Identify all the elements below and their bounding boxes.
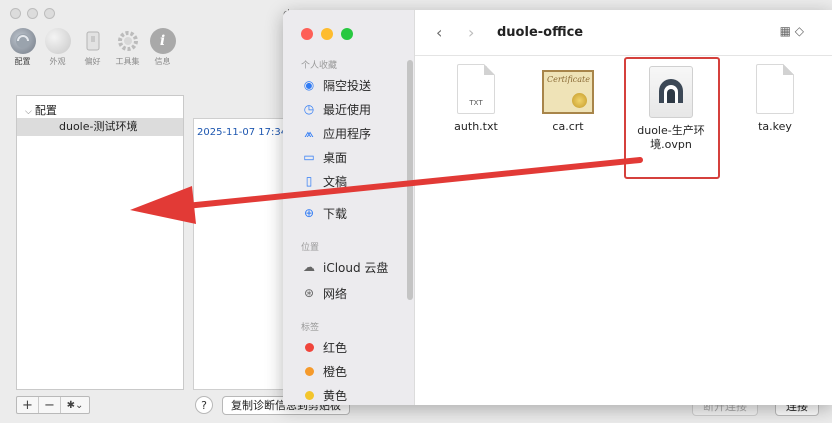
toolbar-info[interactable]: i 信息: [148, 28, 177, 67]
highlight-box: [624, 57, 720, 179]
sidebar-item-recents[interactable]: ◷ 最近使用: [301, 98, 371, 120]
seal-icon: [572, 93, 587, 108]
log-line: 2025-11-07 17:34:: [197, 127, 291, 138]
tree-group-header[interactable]: ⌵ 配置: [25, 102, 57, 118]
window-controls-inactive: [10, 8, 55, 19]
sidebar-item-tag-red[interactable]: 红色: [301, 336, 347, 358]
sidebar-item-icloud[interactable]: ☁ iCloud 云盘: [301, 256, 388, 278]
locations-section-label: 位置: [301, 243, 320, 253]
tag-dot-icon: [301, 387, 317, 403]
list-item[interactable]: duole-测试环境: [17, 118, 183, 136]
window-controls: [301, 28, 353, 40]
certificate-icon: Certificate: [542, 70, 594, 114]
gear-icon: [115, 28, 141, 54]
sidebar-item-applications[interactable]: ⩕ 应用程序: [301, 122, 371, 144]
desktop: d 配置 外观 偏好 工具集: [0, 0, 832, 423]
applications-icon: ⩕: [304, 125, 314, 140]
preferences-icon: [80, 28, 106, 54]
sidebar-item-desktop[interactable]: ▭ 桌面: [301, 146, 347, 168]
sidebar-scrollbar[interactable]: [407, 60, 413, 300]
sidebar-item-documents[interactable]: ▯ 文稿: [301, 170, 347, 192]
toolbar-configurations[interactable]: 配置: [8, 28, 37, 67]
close-button[interactable]: [10, 8, 21, 19]
toolbar: 配置 外观 偏好 工具集 i 信息: [8, 28, 177, 67]
remove-config-button[interactable]: −: [39, 397, 61, 413]
tags-section-label: 标签: [301, 323, 320, 333]
cloud-icon: ☁: [303, 260, 315, 274]
toolbar-appearance[interactable]: 外观: [43, 28, 72, 67]
info-icon: i: [149, 28, 176, 54]
favorites-section-label: 个人收藏: [301, 61, 338, 71]
file-ta-key[interactable]: ta.key: [737, 64, 813, 134]
sidebar-item-network[interactable]: ⊛ 网络: [301, 282, 347, 304]
minimize-button[interactable]: [321, 28, 333, 40]
finder-sidebar: 个人收藏 ◉ 隔空投送 ◷ 最近使用 ⩕ 应用程序 ▭ 桌面 ▯ 文稿 ⊕ 下载 位置 ☁ i…: [283, 10, 415, 405]
back-button[interactable]: ‹: [436, 23, 442, 42]
log-view: 2025-11-07 17:34:: [193, 118, 290, 390]
toolbar-utilities[interactable]: 工具集: [113, 28, 142, 67]
sidebar-item-airdrop[interactable]: ◉ 隔空投送: [301, 74, 371, 96]
finder-toolbar: ‹ › duole-office ▦ ◇: [415, 10, 832, 56]
configurations-list: ⌵ 配置 duole-测试环境: [16, 95, 184, 390]
help-button[interactable]: ?: [195, 396, 213, 414]
minimize-button[interactable]: [27, 8, 38, 19]
sidebar-item-tag-orange[interactable]: 橙色: [301, 360, 347, 382]
tag-dot-icon: [301, 339, 317, 355]
file-ca-crt[interactable]: Certificate ca.crt: [530, 70, 606, 134]
gear-menu-button[interactable]: ✱⌄: [61, 397, 89, 413]
folder-title: duole-office: [497, 25, 584, 40]
clock-icon: ◷: [303, 102, 315, 116]
network-icon: ⊛: [303, 286, 315, 300]
tag-dot-icon: [301, 363, 317, 379]
sidebar-item-downloads[interactable]: ⊕ 下载: [301, 202, 347, 224]
airdrop-icon: ◉: [303, 78, 315, 92]
appearance-icon: [44, 28, 71, 54]
file-auth-txt[interactable]: TXT auth.txt: [438, 64, 514, 134]
vpn-config-icon: [9, 28, 36, 54]
view-options-button[interactable]: ▦ ◇: [780, 24, 804, 38]
forward-button[interactable]: ›: [468, 23, 474, 42]
toolbar-preferences[interactable]: 偏好: [78, 28, 107, 67]
zoom-button[interactable]: [44, 8, 55, 19]
zoom-button[interactable]: [341, 28, 353, 40]
list-actions-bar: + − ✱⌄: [16, 396, 90, 414]
download-icon: ⊕: [303, 206, 315, 220]
add-config-button[interactable]: +: [17, 397, 39, 413]
text-file-icon: TXT: [457, 64, 495, 114]
sidebar-item-tag-yellow[interactable]: 黄色: [301, 384, 347, 405]
document-icon: ▯: [305, 174, 313, 188]
chevron-down-icon[interactable]: ⌵: [25, 107, 32, 117]
key-file-icon: [756, 64, 794, 114]
close-button[interactable]: [301, 28, 313, 40]
desktop-icon: ▭: [303, 150, 315, 164]
